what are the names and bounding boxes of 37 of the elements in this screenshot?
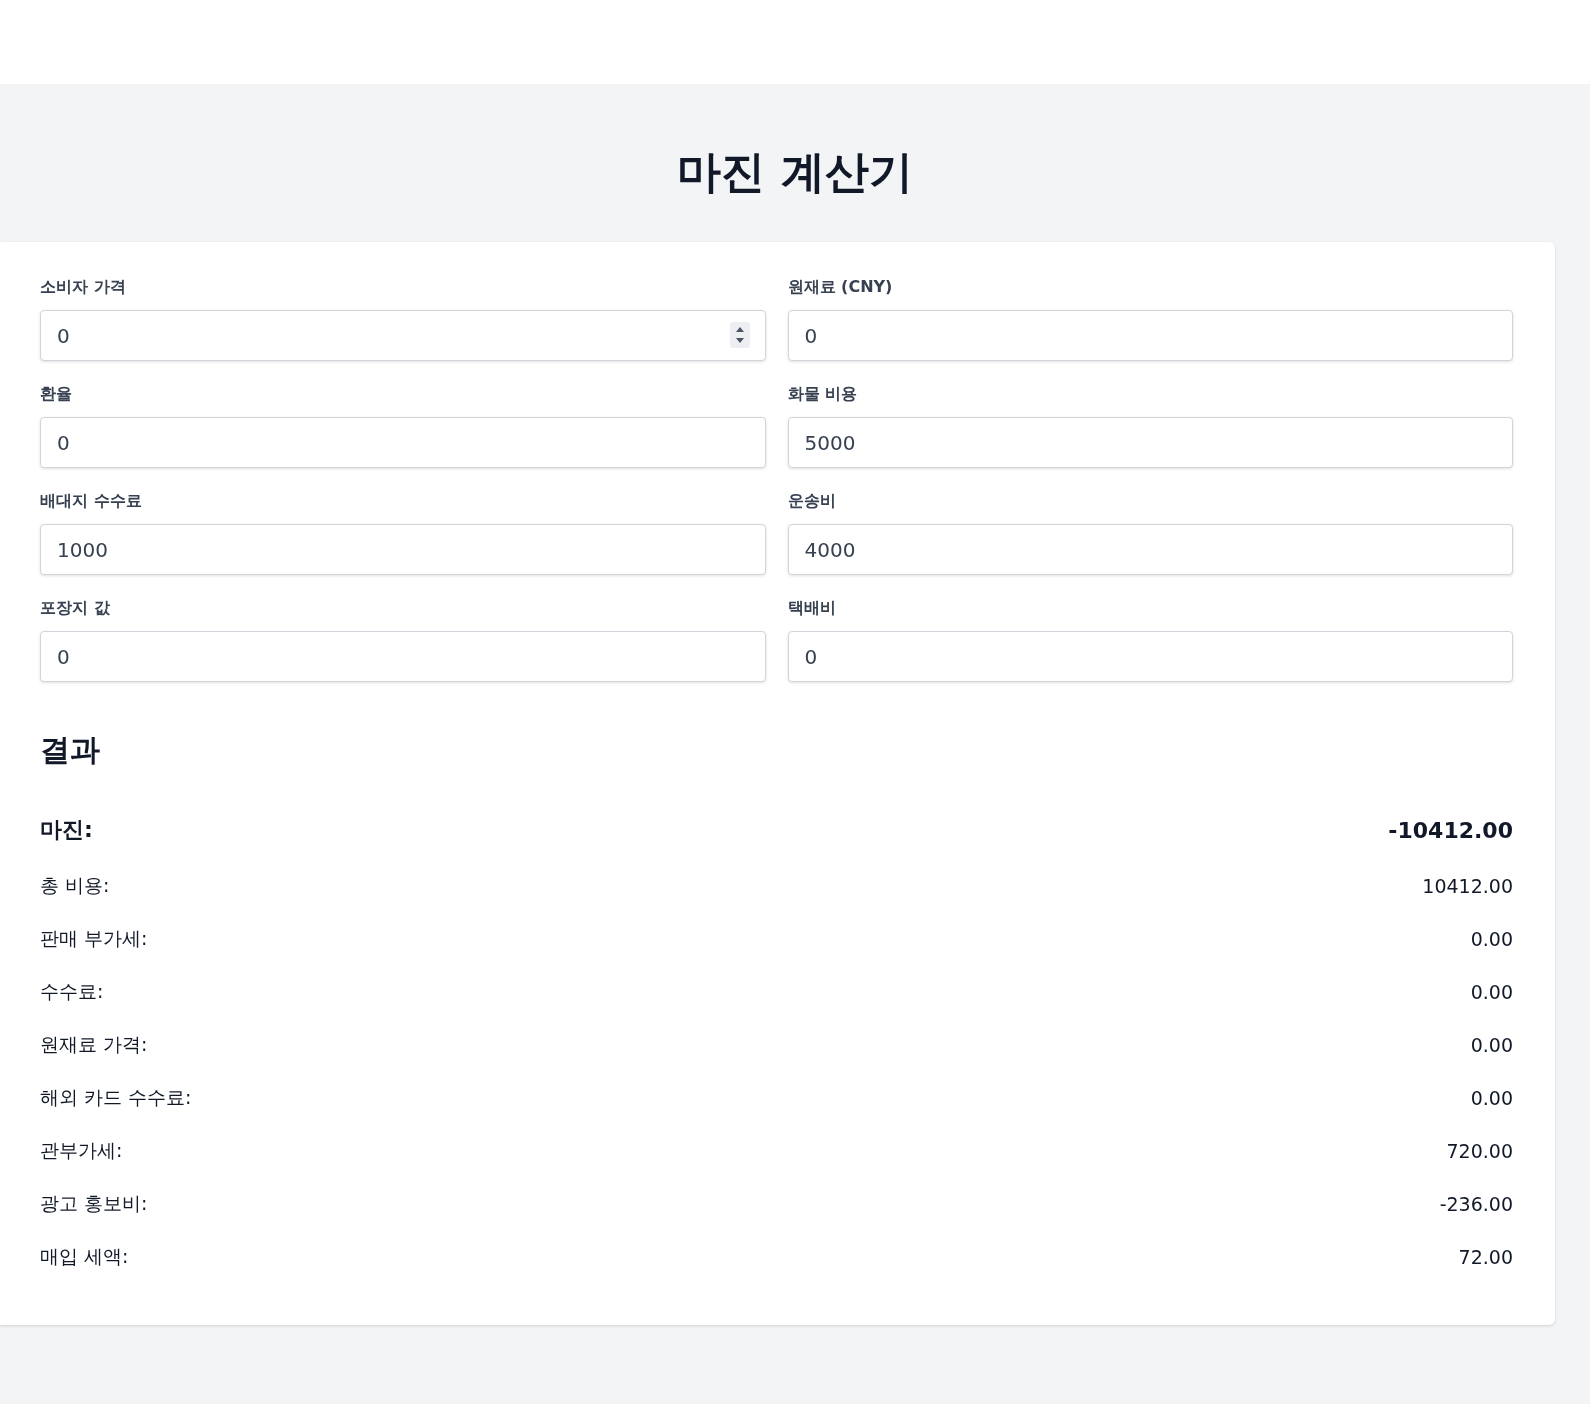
result-label: 원재료 가격:	[40, 1031, 148, 1057]
result-label: 총 비용:	[40, 872, 110, 898]
result-label: 판매 부가세:	[40, 925, 148, 951]
result-value: 0.00	[1470, 980, 1513, 1003]
field-label: 소비자 가격	[40, 276, 126, 298]
result-value: 0.00	[1470, 1086, 1513, 1109]
result-value: 720.00	[1446, 1139, 1513, 1162]
input-field[interactable]: 1000	[40, 524, 766, 575]
input-field[interactable]: 0	[787, 631, 1513, 682]
result-label: 해외 카드 수수료:	[40, 1084, 192, 1110]
input-field[interactable]: 0	[40, 631, 766, 682]
result-value: -10412.00	[1388, 817, 1513, 843]
field-label: 원재료 (CNY)	[787, 276, 893, 298]
result-label: 광고 홍보비:	[40, 1190, 148, 1216]
field-label: 배대지 수수료	[40, 490, 142, 512]
page-title: 마진 계산기	[676, 145, 914, 199]
result-label: 매입 세액:	[40, 1243, 129, 1269]
result-label: 수수료:	[40, 978, 104, 1004]
input-field[interactable]: 4000	[787, 524, 1513, 575]
results-heading: 결과	[40, 731, 100, 769]
input-field[interactable]: 0	[40, 310, 766, 361]
result-value: 0.00	[1470, 927, 1513, 950]
result-value: -236.00	[1439, 1192, 1513, 1215]
field-label: 화물 비용	[787, 383, 858, 405]
result-value: 10412.00	[1422, 874, 1513, 897]
field-label: 포장지 값	[40, 597, 110, 619]
result-label: 마진:	[40, 816, 93, 844]
field-label: 운송비	[787, 490, 836, 512]
spinner-icon[interactable]	[729, 322, 750, 348]
input-field[interactable]: 0	[787, 310, 1513, 361]
field-label: 택배비	[787, 597, 836, 619]
field-label: 환율	[40, 383, 72, 405]
input-field[interactable]: 0	[40, 417, 766, 468]
result-label: 관부가세:	[40, 1137, 123, 1163]
input-field[interactable]: 5000	[787, 417, 1513, 468]
result-value: 0.00	[1470, 1033, 1513, 1056]
result-value: 72.00	[1458, 1245, 1513, 1268]
